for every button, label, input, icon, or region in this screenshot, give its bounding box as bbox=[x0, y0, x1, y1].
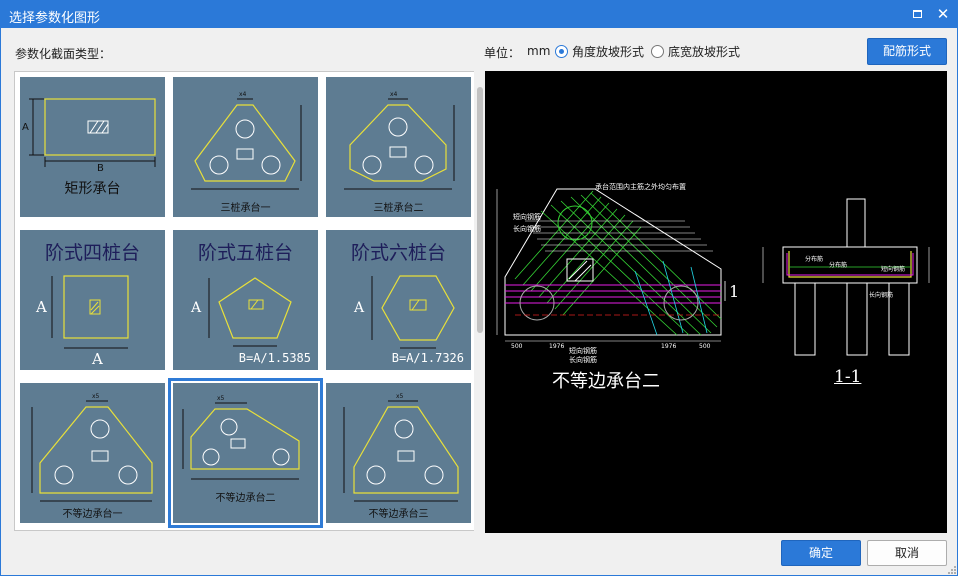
tile-caption: 不等边承台一 bbox=[62, 509, 123, 520]
dim-x5-label: x5 bbox=[396, 393, 404, 400]
maximize-icon bbox=[912, 10, 922, 18]
dim-x4-label: x4 bbox=[390, 91, 398, 98]
tile-three-pile-1[interactable]: x4 三桩承台一 bbox=[173, 77, 318, 217]
radio-unchecked-icon[interactable] bbox=[651, 44, 664, 58]
dim-x5-label: x5 bbox=[217, 395, 225, 402]
radio-angle-slope-label: 角度放坡形式 bbox=[572, 44, 645, 59]
maximize-button[interactable] bbox=[907, 5, 927, 23]
dim-x5-label: x5 bbox=[92, 393, 100, 400]
tile-unequal-cap-2[interactable]: x5 不等边承台二 bbox=[168, 378, 323, 528]
annotation-bottom-1: 短向钢筋 bbox=[569, 346, 597, 355]
radio-checked-icon[interactable] bbox=[555, 44, 568, 58]
tile-three-pile-2[interactable]: x4 三桩承台二 bbox=[326, 77, 471, 217]
dim-text: 1976 bbox=[661, 343, 676, 350]
section-1-1-drawing: 分布筋 分布筋 短向钢筋 长向钢筋 bbox=[762, 198, 930, 356]
unequal-cap-1-drawing: x5 bbox=[31, 393, 153, 502]
close-button[interactable]: ✕ bbox=[933, 5, 953, 23]
window-title: 选择参数化图形 bbox=[9, 11, 101, 26]
unequal-cap-3-drawing: x5 bbox=[343, 393, 459, 502]
annotation-bottom-2: 长向钢筋 bbox=[569, 355, 597, 364]
step-four-pile-drawing: A A bbox=[35, 275, 129, 368]
dim-a-label: A bbox=[353, 300, 365, 316]
gallery-scroll-thumb[interactable] bbox=[477, 87, 483, 333]
tile-unequal-cap-1[interactable]: x5 不等边承台一 bbox=[20, 383, 165, 523]
preview-caption: 不等边承台二 bbox=[552, 371, 660, 392]
annotation-top: 承台范围内主筋之外均匀布置 bbox=[595, 182, 686, 191]
close-icon: ✕ bbox=[936, 5, 950, 23]
section-label: 分布筋 bbox=[805, 255, 823, 263]
section-mark: 1 bbox=[729, 282, 739, 301]
section-type-label: 参数化截面类型： bbox=[15, 47, 112, 61]
dim-b-label: B bbox=[97, 163, 104, 174]
rebar-form-button[interactable]: 配筋形式 bbox=[867, 38, 947, 65]
unit-label: 单位： bbox=[484, 46, 521, 60]
resize-grip-icon[interactable] bbox=[947, 565, 957, 575]
title-bar[interactable]: 选择参数化图形 ✕ bbox=[1, 1, 957, 28]
tile-step-four-pile[interactable]: 阶式四桩台 A A bbox=[20, 230, 165, 370]
cancel-button[interactable]: 取消 bbox=[867, 540, 947, 566]
dim-a-label: A bbox=[190, 300, 202, 316]
dim-x4-label: x4 bbox=[239, 91, 247, 98]
tile-rect-cap[interactable]: A B 矩形承台 bbox=[20, 77, 165, 217]
tile-unequal-cap-3[interactable]: x5 不等边承台三 bbox=[326, 383, 471, 523]
shape-gallery: A B 矩形承台 x4 三桩承台一 x4 三桩承台二 阶式四桩台 A A 阶式五… bbox=[14, 71, 484, 531]
rebar-hatch-green bbox=[514, 190, 722, 336]
three-pile-2-drawing: x4 bbox=[344, 91, 455, 190]
step-five-pile-drawing: A bbox=[190, 277, 292, 347]
ok-button[interactable]: 确定 bbox=[781, 540, 861, 566]
dim-a-label: A bbox=[35, 298, 47, 316]
radio-angle-slope[interactable]: 角度放坡形式 bbox=[555, 43, 644, 59]
annotation-side-1: 短向钢筋 bbox=[513, 212, 541, 221]
radio-width-slope[interactable]: 底宽放坡形式 bbox=[651, 43, 740, 59]
tile-caption: 三桩承台一 bbox=[220, 203, 271, 214]
tile-formula: B=A/1.7326 bbox=[391, 351, 464, 365]
unit-value: mm bbox=[527, 44, 551, 58]
annotation-side-2: 长向钢筋 bbox=[513, 224, 541, 233]
tile-caption: 不等边承台三 bbox=[368, 509, 429, 520]
radio-width-slope-label: 底宽放坡形式 bbox=[668, 44, 741, 59]
dim-b-label: A bbox=[91, 350, 103, 368]
section-label: 短向钢筋 bbox=[881, 265, 905, 273]
three-pile-1-drawing: x4 bbox=[191, 91, 302, 190]
tile-caption: 矩形承台 bbox=[64, 181, 121, 197]
dim-text: 1976 bbox=[549, 343, 564, 350]
dim-text: 500 bbox=[699, 343, 711, 350]
section-label: 长向钢筋 bbox=[869, 291, 893, 299]
tile-step-six-pile[interactable]: 阶式六桩台 A B=A/1.7326 bbox=[326, 230, 471, 370]
tile-step-five-pile[interactable]: 阶式五桩台 A B=A/1.5385 bbox=[173, 230, 318, 370]
preview-canvas: 1 承台范围内主筋之外均匀布置 短向钢筋 长向钢筋 短向钢筋 长向钢筋 500 … bbox=[485, 71, 947, 533]
section-label: 分布筋 bbox=[829, 261, 847, 269]
dim-text: 500 bbox=[511, 343, 523, 350]
step-six-pile-drawing: A bbox=[353, 275, 455, 349]
dim-a-label: A bbox=[22, 122, 29, 133]
preview-drawing: 1 承台范围内主筋之外均匀布置 短向钢筋 长向钢筋 短向钢筋 长向钢筋 500 … bbox=[496, 182, 930, 364]
section-tag: 1-1 bbox=[834, 367, 862, 387]
tile-caption: 不等边承台二 bbox=[215, 493, 276, 504]
dialog-window: 选择参数化图形 ✕ 参数化截面类型： 单位： mm 角度放坡形式 底宽放坡形式 … bbox=[0, 0, 958, 576]
tile-formula: B=A/1.5385 bbox=[238, 351, 311, 365]
tile-caption: 三桩承台二 bbox=[373, 203, 424, 214]
